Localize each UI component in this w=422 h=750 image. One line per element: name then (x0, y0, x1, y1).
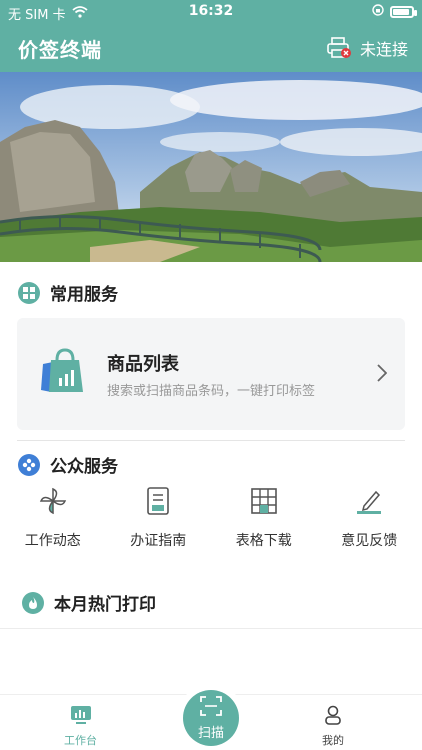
flame-icon (22, 591, 44, 614)
product-list-title: 商品列表 (107, 354, 179, 375)
tab-me[interactable]: 我的 (322, 705, 344, 748)
license-guide-label: 办证指南 (130, 533, 187, 549)
hot-prints-header: 本月热门打印 (22, 590, 156, 615)
section-divider (17, 440, 405, 441)
license-guide-button[interactable]: 办证指南 (106, 486, 212, 556)
app-header-background: 无 SIM 卡 16:32 价签终端 未连接 (0, 0, 422, 72)
orientation-lock-icon (372, 4, 384, 20)
public-services-header: 公众服务 (18, 452, 118, 477)
hot-prints-title: 本月热门打印 (54, 595, 156, 615)
product-list-card[interactable]: 商品列表 搜索或扫描商品条码，一键打印标签 (17, 318, 405, 430)
apps-icon (18, 281, 40, 304)
connection-status: 未连接 (359, 40, 408, 59)
shopping-bag-icon (39, 346, 87, 400)
chevron-right-icon (377, 364, 388, 386)
chart-icon (70, 705, 92, 728)
feedback-label: 意见反馈 (341, 533, 398, 549)
tab-workbench-label: 工作台 (64, 734, 97, 747)
printer-icon (326, 37, 352, 59)
public-services-grid: 工作动态 办证指南 表格下载 意见反馈 (0, 486, 422, 556)
status-bar: 无 SIM 卡 16:32 (0, 0, 422, 24)
battery-icon (390, 6, 417, 18)
pen-icon (354, 486, 384, 520)
scan-label: 扫描 (197, 725, 224, 741)
printer-connection-button[interactable]: 未连接 (326, 36, 408, 60)
product-list-subtitle: 搜索或扫描商品条码，一键打印标签 (107, 384, 316, 399)
tab-me-label: 我的 (322, 734, 344, 747)
common-services-title: 常用服务 (50, 285, 118, 305)
work-news-label: 工作动态 (24, 533, 81, 549)
status-time: 16:32 (188, 3, 234, 19)
work-news-button[interactable]: 工作动态 (0, 486, 106, 556)
banner-image[interactable] (0, 72, 422, 262)
form-download-label: 表格下载 (235, 533, 292, 549)
scan-icon (200, 695, 222, 720)
public-services-title: 公众服务 (50, 457, 118, 477)
tab-workbench[interactable]: 工作台 (64, 705, 97, 748)
services-icon (18, 453, 40, 476)
scan-button[interactable]: 扫描 (183, 690, 239, 746)
pinwheel-icon (38, 486, 68, 520)
document-icon (143, 486, 173, 520)
hot-prints-divider (0, 628, 422, 629)
table-grid-icon (249, 486, 279, 520)
feedback-button[interactable]: 意见反馈 (317, 486, 422, 556)
common-services-header: 常用服务 (18, 280, 118, 305)
form-download-button[interactable]: 表格下载 (211, 486, 317, 556)
user-icon (323, 705, 343, 728)
app-title: 价签终端 (18, 38, 102, 62)
